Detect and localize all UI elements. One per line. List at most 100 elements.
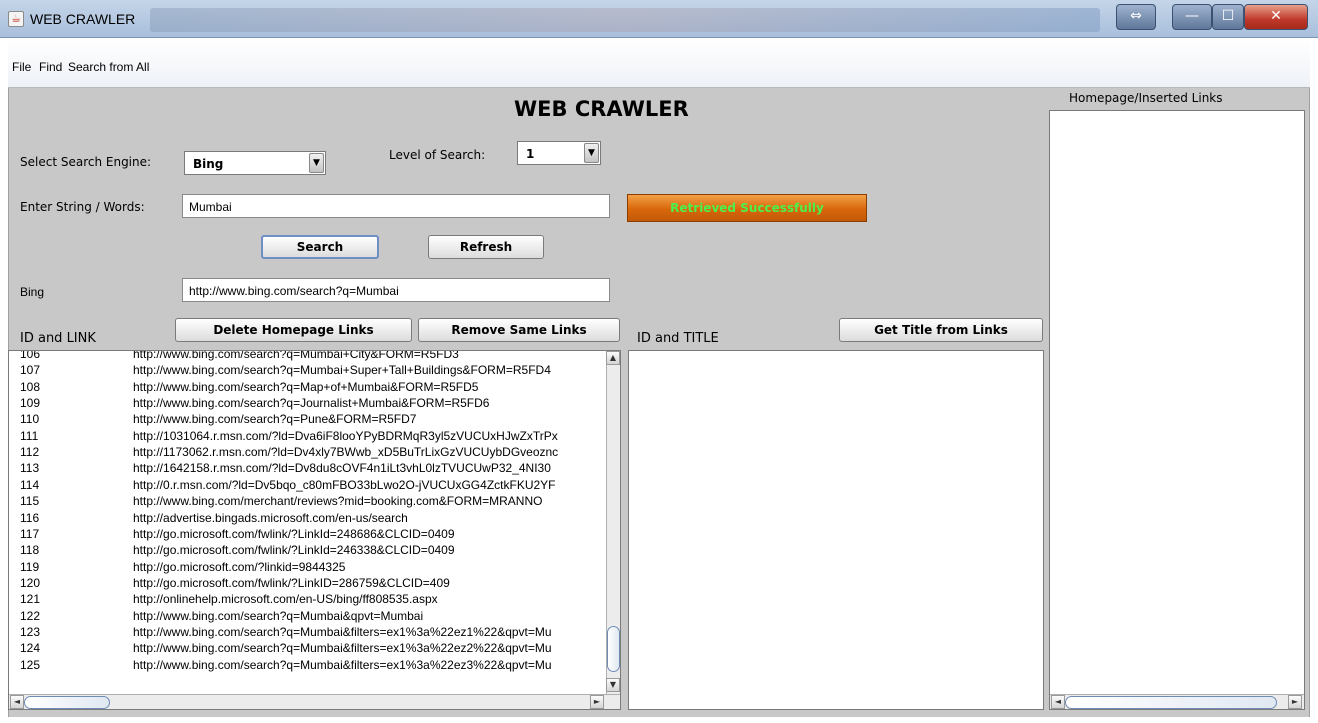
link-id: 116 bbox=[20, 510, 40, 525]
list-item[interactable]: 121 http://onlinehelp.microsoft.com/en-US… bbox=[9, 592, 605, 607]
horizontal-scroll-thumb[interactable] bbox=[1065, 696, 1277, 709]
refresh-button[interactable]: Refresh bbox=[428, 235, 544, 259]
link-id: 113 bbox=[20, 461, 40, 476]
scroll-up-icon[interactable]: ▲ bbox=[606, 351, 620, 365]
homepage-header: Homepage/Inserted Links bbox=[1069, 91, 1223, 105]
page-title: WEB CRAWLER bbox=[514, 97, 689, 121]
main-panel: WEB CRAWLER Select Search Engine: Bing ▼… bbox=[8, 88, 1310, 717]
list-item[interactable]: 119 http://go.microsoft.com/?linkid=98443… bbox=[9, 560, 605, 575]
list-item[interactable]: 111 http://1031064.r.msn.com/?ld=Dva6iF8l… bbox=[9, 429, 605, 444]
search-engine-select[interactable]: Bing ▼ bbox=[184, 151, 326, 175]
list-item[interactable]: 116 http://advertise.bingads.microsoft.co… bbox=[9, 511, 605, 526]
link-id: 119 bbox=[20, 559, 40, 574]
level-value: 1 bbox=[526, 147, 535, 161]
link-url: http://www.bing.com/search?q=Mumbai&qpvt… bbox=[133, 608, 424, 623]
menu-find[interactable]: Find bbox=[39, 60, 62, 74]
link-url: http://www.bing.com/search?q=Mumbai&filt… bbox=[133, 657, 552, 672]
link-id: 107 bbox=[20, 363, 41, 378]
url-label: Bing bbox=[20, 285, 45, 299]
horizontal-scroll-thumb[interactable] bbox=[24, 696, 110, 709]
list-item[interactable]: 110 http://www.bing.com/search?q=Pune&FOR… bbox=[9, 412, 605, 427]
background-taskbar-blur bbox=[150, 8, 1100, 32]
search-button[interactable]: Search bbox=[261, 235, 379, 259]
link-url: http://www.bing.com/search?q=Pune&FORM=R… bbox=[133, 412, 417, 427]
link-id: 110 bbox=[20, 412, 40, 427]
level-select[interactable]: 1 ▼ bbox=[517, 141, 601, 165]
list-item[interactable]: 108 http://www.bing.com/search?q=Map+of+M… bbox=[9, 380, 605, 395]
list-item[interactable]: 114 http://0.r.msn.com/?ld=Dv5bqo_c80mFBO… bbox=[9, 478, 605, 493]
list-item[interactable]: 125 http://www.bing.com/search?q=Mumbai&f… bbox=[9, 658, 605, 673]
links-vertical-scrollbar[interactable]: ▲ ▼ bbox=[606, 351, 620, 694]
vertical-scroll-thumb[interactable] bbox=[607, 626, 620, 672]
link-url: http://go.microsoft.com/?linkid=9844325 bbox=[133, 559, 346, 574]
links-horizontal-scrollbar[interactable]: ◄ ► bbox=[9, 694, 620, 709]
link-url: http://1173062.r.msn.com/?ld=Dv4xly7BWwb… bbox=[133, 445, 559, 460]
link-url: http://onlinehelp.microsoft.com/en-US/bi… bbox=[133, 592, 438, 607]
window-title: WEB CRAWLER bbox=[30, 11, 136, 27]
homepage-horizontal-scrollbar[interactable]: ◄ ► bbox=[1050, 694, 1304, 709]
list-item[interactable]: 112 http://1173062.r.msn.com/?ld=Dv4xly7B… bbox=[9, 445, 605, 460]
link-url: http://www.bing.com/search?q=Mumbai&filt… bbox=[133, 641, 552, 656]
get-title-button[interactable]: Get Title from Links bbox=[839, 318, 1043, 342]
search-string-input[interactable]: Mumbai bbox=[182, 194, 610, 218]
remove-same-links-button[interactable]: Remove Same Links bbox=[418, 318, 620, 342]
link-id: 118 bbox=[20, 543, 40, 558]
link-id: 111 bbox=[20, 428, 39, 443]
scroll-right-icon[interactable]: ► bbox=[590, 695, 604, 709]
close-button[interactable]: ✕ bbox=[1244, 4, 1308, 30]
link-url: http://www.bing.com/search?q=Journalist+… bbox=[133, 396, 490, 411]
scroll-down-icon[interactable]: ▼ bbox=[606, 678, 620, 692]
list-item[interactable]: 123 http://www.bing.com/search?q=Mumbai&f… bbox=[9, 625, 605, 640]
titles-list[interactable] bbox=[628, 350, 1044, 710]
chevron-down-icon[interactable]: ▼ bbox=[584, 143, 599, 163]
link-id: 120 bbox=[20, 575, 41, 590]
link-id: 121 bbox=[20, 592, 41, 607]
titles-header: ID and TITLE bbox=[637, 331, 719, 346]
link-id: 115 bbox=[20, 494, 40, 509]
maximize-button[interactable]: ☐ bbox=[1212, 4, 1244, 30]
list-item[interactable]: 109 http://www.bing.com/search?q=Journali… bbox=[9, 396, 605, 411]
link-url: http://1031064.r.msn.com/?ld=Dva6iF8looY… bbox=[133, 428, 558, 443]
scroll-right-icon[interactable]: ► bbox=[1288, 695, 1302, 709]
link-id: 124 bbox=[20, 641, 41, 656]
delete-homepage-links-button[interactable]: Delete Homepage Links bbox=[175, 318, 412, 342]
links-list[interactable]: 106 http://www.bing.com/search?q=Mumbai+C… bbox=[8, 350, 621, 710]
scroll-left-icon[interactable]: ◄ bbox=[1051, 695, 1065, 709]
url-field[interactable]: http://www.bing.com/search?q=Mumbai bbox=[182, 278, 610, 302]
link-id: 125 bbox=[20, 657, 41, 672]
menu-bar: File Find Search from All bbox=[8, 38, 1310, 88]
link-url: http://advertise.bingads.microsoft.com/e… bbox=[133, 510, 408, 525]
string-label: Enter String / Words: bbox=[20, 200, 145, 214]
link-id: 117 bbox=[20, 526, 40, 541]
link-id: 106 bbox=[20, 350, 41, 361]
link-url: http://1642158.r.msn.com/?ld=Dv8du8cOVF4… bbox=[133, 461, 551, 476]
list-item[interactable]: 120 http://go.microsoft.com/fwlink/?LinkI… bbox=[9, 576, 605, 591]
list-item[interactable]: 122 http://www.bing.com/search?q=Mumbai&q… bbox=[9, 609, 605, 624]
link-url: http://www.bing.com/search?q=Map+of+Mumb… bbox=[133, 379, 479, 394]
link-id: 114 bbox=[20, 477, 40, 492]
menu-search-from-all[interactable]: Search from All bbox=[68, 60, 149, 74]
link-url: http://www.bing.com/search?q=Mumbai+City… bbox=[133, 350, 459, 361]
list-item[interactable]: 106 http://www.bing.com/search?q=Mumbai+C… bbox=[9, 350, 605, 362]
list-item[interactable]: 124 http://www.bing.com/search?q=Mumbai&f… bbox=[9, 641, 605, 656]
link-url: http://go.microsoft.com/fwlink/?LinkId=2… bbox=[133, 526, 455, 541]
list-item[interactable]: 115 http://www.bing.com/merchant/reviews?… bbox=[9, 494, 605, 509]
link-url: http://www.bing.com/search?q=Mumbai&filt… bbox=[133, 624, 552, 639]
homepage-links-list[interactable]: ◄ ► bbox=[1049, 110, 1305, 710]
status-badge: Retrieved Successfully bbox=[627, 194, 867, 222]
scroll-left-icon[interactable]: ◄ bbox=[10, 695, 24, 709]
link-url: http://0.r.msn.com/?ld=Dv5bqo_c80mFBO33b… bbox=[133, 477, 556, 492]
list-item[interactable]: 113 http://1642158.r.msn.com/?ld=Dv8du8cO… bbox=[9, 461, 605, 476]
list-item[interactable]: 118 http://go.microsoft.com/fwlink/?LinkI… bbox=[9, 543, 605, 558]
list-item[interactable]: 117 http://go.microsoft.com/fwlink/?LinkI… bbox=[9, 527, 605, 542]
java-app-icon: ☕ bbox=[8, 11, 24, 27]
window-titlebar: ☕ WEB CRAWLER ⇔ — ☐ ✕ bbox=[0, 0, 1318, 38]
menu-file[interactable]: File bbox=[12, 60, 31, 74]
resize-icon[interactable]: ⇔ bbox=[1116, 4, 1156, 30]
chevron-down-icon[interactable]: ▼ bbox=[309, 153, 324, 173]
link-url: http://www.bing.com/merchant/reviews?mid… bbox=[133, 494, 543, 509]
minimize-button[interactable]: — bbox=[1172, 4, 1212, 30]
list-item[interactable]: 107 http://www.bing.com/search?q=Mumbai+S… bbox=[9, 363, 605, 378]
engine-label: Select Search Engine: bbox=[20, 155, 152, 169]
link-id: 112 bbox=[20, 445, 40, 460]
